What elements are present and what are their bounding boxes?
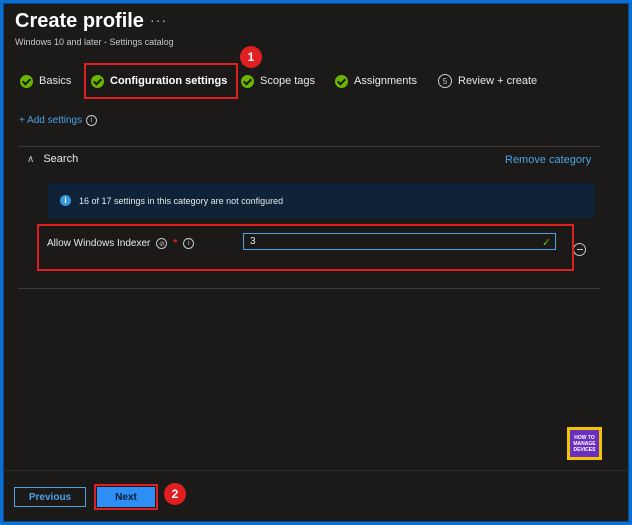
info-icon[interactable]: i [86,115,98,126]
add-settings-label: + Add settings [19,115,83,126]
step-scope-tags[interactable]: Scope tags [241,73,315,89]
step-review-create[interactable]: 5 Review + create [438,73,537,89]
highlight-box-next [94,484,158,510]
divider [18,146,600,147]
category-header[interactable]: ∧ Search [27,153,78,165]
step-basics[interactable]: Basics [20,73,71,89]
step-label: Assignments [354,75,417,87]
step-label: Review + create [458,75,538,87]
remove-setting-icon[interactable] [573,243,586,256]
remove-category-link[interactable]: Remove category [505,154,591,166]
info-icon: i [60,195,71,206]
how-to-manage-devices-logo: HOW TO MANAGE DEVICES [567,427,602,460]
chevron-up-icon[interactable]: ∧ [27,154,34,165]
previous-button[interactable]: Previous [14,487,86,507]
divider [18,288,600,289]
step-number-icon: 5 [438,74,452,88]
footer-divider [3,470,627,471]
check-circle-icon [20,74,33,88]
category-name: Search [43,153,79,165]
annotation-badge-1: 1 [240,46,262,68]
step-label: Scope tags [260,75,316,87]
banner-text: 16 of 17 settings in this category are n… [79,195,284,206]
page-title: Create profile [15,10,144,32]
check-circle-icon [335,74,348,88]
highlight-box-configuration [84,63,238,99]
page-subtitle: Windows 10 and later - Settings catalog [15,37,174,47]
add-settings-link[interactable]: + Add settings i [19,115,98,126]
highlight-box-setting [37,224,574,271]
step-assignments[interactable]: Assignments [335,73,417,89]
logo-text: DEVICES [573,446,596,453]
info-banner: i 16 of 17 settings in this category are… [48,183,595,218]
check-circle-icon [241,74,254,88]
step-label: Basics [39,75,72,87]
annotation-badge-2: 2 [164,483,186,505]
more-options-button[interactable]: ··· [150,12,167,28]
